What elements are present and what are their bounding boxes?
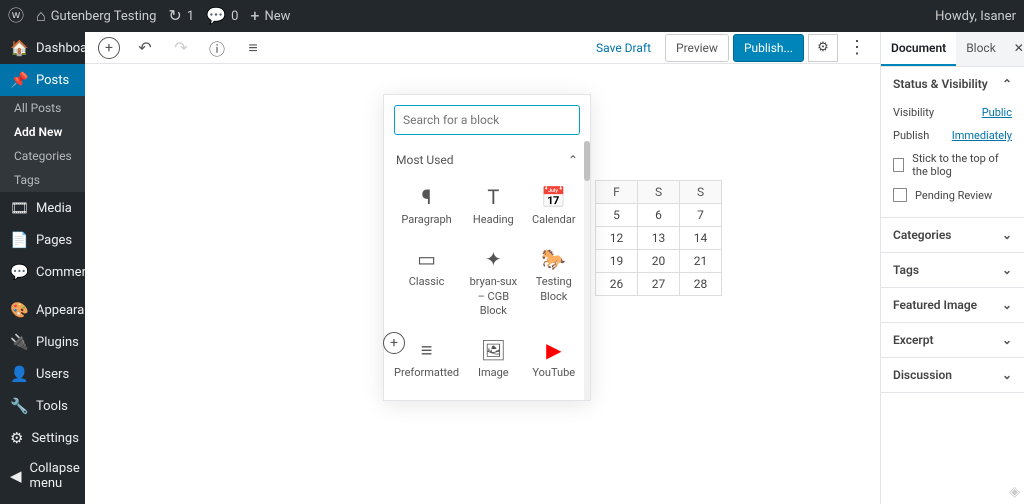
visibility-label: Visibility [893, 106, 934, 119]
content-info-button[interactable]: ⓘ [201, 32, 233, 64]
block-icon: ▭ [417, 247, 436, 271]
save-draft-button[interactable]: Save Draft [586, 35, 661, 61]
admin-sidebar: 🏠Dashboard📌PostsAll PostsAdd NewCategori… [0, 32, 85, 504]
block-type-bryan-sux-cgb-block[interactable]: ✦bryan-sux – CGB Block [463, 237, 523, 328]
sidebar-item-plugins[interactable]: 🔌Plugins [0, 326, 85, 358]
undo-button[interactable]: ↶ [129, 32, 161, 64]
block-navigation-button[interactable]: ≡ [237, 32, 269, 64]
inserter-section-header[interactable]: Most Used ⌃ [384, 145, 590, 175]
section-tags[interactable]: Tags⌄ [881, 253, 1024, 287]
block-icon: ▶ [546, 338, 561, 362]
preview-button[interactable]: Preview [665, 34, 729, 62]
tab-document[interactable]: Document [881, 32, 956, 66]
block-type-image[interactable]: 🖼Image [463, 328, 523, 390]
sidebar-item-appearance[interactable]: 🎨Appearance [0, 294, 85, 326]
block-type-paragraph[interactable]: ¶Paragraph [390, 175, 463, 237]
block-icon: 📅 [541, 185, 566, 209]
calendar-block-preview: FSS 567121314192021262728 [595, 180, 722, 296]
wp-logo[interactable]: ⓦ [8, 8, 24, 24]
close-panel-button[interactable]: ✕ [1006, 32, 1024, 66]
chevron-down-icon: ⌄ [1002, 263, 1012, 277]
chevron-up-icon: ⌃ [568, 153, 578, 167]
block-inserter-panel: Most Used ⌃ ¶ParagraphTHeading📅Calendar ▭… [383, 94, 591, 401]
block-type-youtube[interactable]: ▶YouTube [524, 328, 584, 390]
section-featured-image[interactable]: Featured Image⌄ [881, 288, 1024, 322]
settings-panel: Document Block ✕ Status & Visibility ⌃ V… [880, 32, 1024, 504]
sidebar-item-comments[interactable]: 💬Comments [0, 256, 85, 288]
block-type-testing-block[interactable]: 🐎Testing Block [524, 237, 584, 328]
site-link[interactable]: ⌂Gutenberg Testing [36, 8, 156, 24]
block-icon: 🐎 [541, 247, 566, 271]
block-type-heading[interactable]: THeading [463, 175, 523, 237]
resize-handle-icon[interactable]: ◈ [1009, 484, 1020, 500]
media-icon: 🎞 [10, 199, 28, 217]
visibility-value[interactable]: Public [982, 106, 1012, 119]
new-link[interactable]: +New [250, 8, 290, 24]
add-block-inline-button[interactable]: + [383, 332, 405, 354]
settings-toggle[interactable]: ⚙ [808, 34, 838, 62]
pin-icon: 📌 [10, 71, 28, 89]
settings-tabs: Document Block ✕ [881, 32, 1024, 67]
editor-main: + ↶ ↷ ⓘ ≡ Save Draft Preview Publish... … [85, 32, 880, 504]
appearance-icon: 🎨 [10, 301, 28, 319]
block-icon: ¶ [422, 185, 432, 209]
status-visibility-toggle[interactable]: Status & Visibility ⌃ [881, 67, 1024, 101]
site-name: Gutenberg Testing [51, 9, 157, 24]
block-search-input[interactable] [394, 105, 580, 135]
chevron-up-icon: ⌃ [1002, 77, 1012, 91]
editor-topbar: + ↶ ↷ ⓘ ≡ Save Draft Preview Publish... … [85, 32, 880, 64]
page-icon: 📄 [10, 231, 28, 249]
editor-canvas[interactable]: FSS 567121314192021262728 Most Used ⌃ ¶P… [85, 64, 880, 504]
tool-icon: 🔧 [10, 397, 28, 415]
sidebar-item-users[interactable]: 👤Users [0, 358, 85, 390]
block-icon: ≡ [421, 338, 433, 362]
checkbox-icon[interactable] [893, 188, 907, 202]
publish-button[interactable]: Publish... [733, 34, 804, 62]
collapse-icon: ◀ [10, 467, 22, 485]
submenu-all-posts[interactable]: All Posts [0, 96, 85, 120]
block-icon: 🖼 [481, 338, 506, 362]
block-icon: T [487, 185, 499, 209]
chevron-down-icon: ⌄ [1002, 333, 1012, 347]
dashboard-icon: 🏠 [10, 39, 28, 57]
tab-block[interactable]: Block [956, 32, 1006, 66]
section-categories[interactable]: Categories⌄ [881, 218, 1024, 252]
settings-icon: ⚙ [10, 429, 23, 447]
sidebar-item-dashboard[interactable]: 🏠Dashboard [0, 32, 85, 64]
updates-link[interactable]: ↻1 [168, 8, 194, 24]
pending-review-row[interactable]: Pending Review [893, 183, 1012, 207]
block-type-calendar[interactable]: 📅Calendar [524, 175, 584, 237]
sidebar-item-posts[interactable]: 📌Posts [0, 64, 85, 96]
submenu-add-new[interactable]: Add New [0, 120, 85, 144]
comment-icon: 💬 [10, 263, 28, 281]
howdy-link[interactable]: Howdy, Isaner [935, 9, 1016, 24]
sidebar-item-pages[interactable]: 📄Pages [0, 224, 85, 256]
block-icon: ✦ [485, 247, 502, 271]
insert-block-button[interactable]: + [93, 32, 125, 64]
chevron-down-icon: ⌄ [1002, 298, 1012, 312]
user-icon: 👤 [10, 365, 28, 383]
comments-link[interactable]: 💬0 [206, 8, 238, 24]
sidebar-item-media[interactable]: 🎞Media [0, 192, 85, 224]
admin-bar: ⓦ ⌂Gutenberg Testing ↻1 💬0 +New Howdy, I… [0, 0, 1024, 32]
chevron-down-icon: ⌄ [1002, 228, 1012, 242]
sidebar-item-collapse-menu[interactable]: ◀Collapse menu [0, 454, 85, 498]
inserter-scrollbar[interactable] [584, 141, 590, 400]
stick-checkbox-row[interactable]: Stick to the top of the blog [893, 147, 1012, 183]
sidebar-item-tools[interactable]: 🔧Tools [0, 390, 85, 422]
section-excerpt[interactable]: Excerpt⌄ [881, 323, 1024, 357]
submenu-categories[interactable]: Categories [0, 144, 85, 168]
status-visibility-section: Status & Visibility ⌃ Visibility Public … [881, 67, 1024, 218]
checkbox-icon[interactable] [893, 158, 904, 172]
submenu-tags[interactable]: Tags [0, 168, 85, 192]
publish-value[interactable]: Immediately [952, 129, 1012, 142]
publish-label: Publish [893, 129, 929, 142]
sidebar-item-settings[interactable]: ⚙Settings [0, 422, 85, 454]
redo-button[interactable]: ↷ [165, 32, 197, 64]
plugin-icon: 🔌 [10, 333, 28, 351]
more-menu[interactable]: ⋮ [842, 37, 872, 58]
chevron-down-icon: ⌄ [1002, 368, 1012, 382]
section-discussion[interactable]: Discussion⌄ [881, 358, 1024, 392]
block-type-classic[interactable]: ▭Classic [390, 237, 463, 328]
